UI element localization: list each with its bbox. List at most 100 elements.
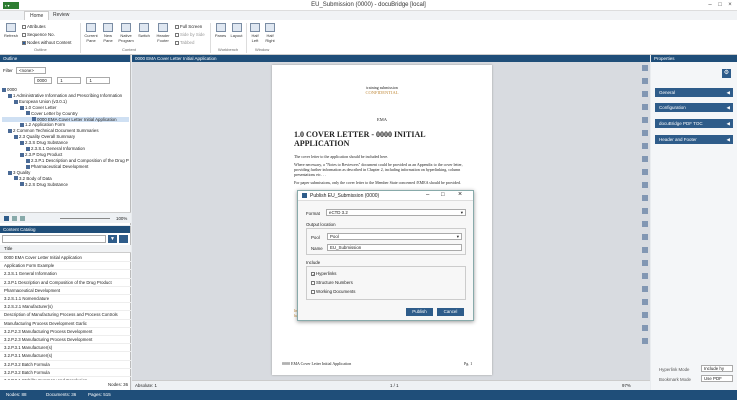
list-item[interactable]: 3.2.S.2.1 Manufacturer(s) [0, 303, 131, 312]
catalog-search-input[interactable] [2, 235, 106, 243]
list-item[interactable]: 3.2.P.2.3 Manufacturing Process Developm… [0, 336, 131, 345]
view-grid-icon[interactable] [20, 216, 25, 221]
toolbar-tool-icon[interactable] [642, 130, 648, 136]
hyperlinks-checkbox[interactable]: ✓Hyperlinks [311, 269, 461, 278]
toolbar-tool-icon[interactable] [642, 273, 648, 279]
working-documents-checkbox[interactable]: Working Documents [311, 287, 461, 296]
list-item[interactable]: 3.2.P.8.1 Stability Summary and Conclusi… [0, 377, 131, 380]
publish-button[interactable]: Publish [406, 308, 433, 316]
nodes-without-content-checkbox[interactable]: Nodes without Content [22, 39, 71, 47]
pool-select[interactable]: Pool ▾ [327, 233, 462, 240]
ribbon-tabs: Home Review [0, 11, 737, 20]
view-list-icon[interactable] [12, 216, 17, 221]
toolbar-tool-icon[interactable] [642, 234, 648, 240]
toolbar-tool-icon[interactable] [642, 156, 648, 162]
cancel-button[interactable]: Cancel [437, 308, 464, 316]
header-footer-button[interactable]: Header Footer [155, 23, 171, 43]
refresh-icon[interactable] [119, 235, 128, 243]
list-item[interactable]: 3.2.P.3.1 Manufacturer(s) [0, 352, 131, 361]
doc-paragraph: Where necessary, a "Notes to Reviewers" … [294, 162, 463, 177]
gear-icon[interactable]: ⚙ [722, 69, 731, 78]
maximize-icon[interactable]: □ [715, 1, 725, 9]
filter-select[interactable]: <none> [16, 67, 46, 74]
include-label: Include [306, 260, 321, 265]
layout-button[interactable]: Layout [230, 23, 243, 38]
document-icon [32, 117, 36, 122]
toolbar-tool-icon[interactable] [642, 182, 648, 188]
list-item[interactable]: 3.2.S.1.1 Nomenclature [0, 295, 131, 304]
maximize-icon[interactable]: □ [441, 192, 445, 198]
document-tab[interactable]: 0000 EMA Cover Letter Initial Applicatio… [132, 55, 650, 62]
toolbar-tool-icon[interactable] [642, 325, 648, 331]
seq-to-field[interactable]: 1 [57, 77, 82, 84]
toolbar-tool-icon[interactable] [642, 338, 648, 344]
list-item[interactable]: Description of Manufacturing Process and… [0, 311, 131, 320]
sequence-checkbox[interactable]: Sequence No. [22, 31, 71, 39]
filter-icon[interactable]: ▼ [108, 235, 117, 243]
title-bar: ▪ ▾ EU_Submission (0000) - docuBridge [l… [0, 0, 737, 11]
tab-review[interactable]: Review [48, 11, 74, 20]
toolbar-tool-icon[interactable] [642, 104, 648, 110]
pdf-toc-section-button[interactable]: docuBridge PDF TOC ◀ [655, 119, 733, 128]
half-left-button[interactable]: Half Left [249, 23, 261, 43]
toolbar-tool-icon[interactable] [642, 91, 648, 97]
minimize-icon[interactable]: – [426, 192, 429, 198]
seq-end-field[interactable]: 1 [86, 77, 111, 84]
list-item[interactable]: 2.3.P.1 Description and Composition of t… [0, 279, 131, 287]
seq-from-field[interactable]: 0000 [34, 77, 52, 84]
configuration-section-button[interactable]: Configuration ◀ [655, 103, 733, 112]
header-footer-section-button[interactable]: Header and Footer ◀ [655, 135, 733, 144]
new-pane-button[interactable]: New Pane [101, 23, 115, 43]
format-select[interactable]: eCTD 3.2 ▾ [326, 209, 466, 216]
toolbar-tool-icon[interactable] [642, 208, 648, 214]
panes-button[interactable]: Panes [214, 23, 227, 38]
toolbar-tool-icon[interactable] [642, 195, 648, 201]
close-icon[interactable]: × [725, 1, 735, 9]
toolbar-tool-icon[interactable] [642, 260, 648, 266]
outline-group-label: Outline [34, 47, 47, 52]
refresh-button[interactable]: Refresh [2, 23, 20, 38]
toolbar-tool-icon[interactable] [642, 117, 648, 123]
toolbar-tool-icon[interactable] [642, 286, 648, 292]
tabbed-button[interactable]: Tabbed [175, 39, 205, 47]
toolbar-tool-icon[interactable] [642, 299, 648, 305]
catalog-list: 0000 EMA Cover Letter Initial Applicatio… [0, 254, 131, 380]
document-icon [20, 123, 24, 128]
toolbar-tool-icon[interactable] [642, 78, 648, 84]
toolbar-tool-icon[interactable] [642, 143, 648, 149]
toolbar-tool-icon[interactable] [642, 247, 648, 253]
toolbar-tool-icon[interactable] [642, 65, 648, 71]
toolbar-tool-icon[interactable] [642, 312, 648, 318]
list-item[interactable]: 2.3.S.1 General Information [0, 270, 131, 279]
current-pane-button[interactable]: Current Pane [84, 23, 98, 43]
list-item[interactable]: 0000 EMA Cover Letter Initial Applicatio… [0, 254, 131, 263]
zoom-slider[interactable] [60, 218, 110, 219]
structure-numbers-checkbox[interactable]: Structure Numbers [311, 278, 461, 287]
ribbon: Refresh Attributes Sequence No. Nodes wi… [0, 20, 737, 55]
list-item[interactable]: 3.2.P.3.2 Batch Formula [0, 369, 131, 378]
hyperlink-mode-field[interactable]: Include hy [701, 365, 733, 372]
general-section-button[interactable]: General ◀ [655, 88, 733, 97]
list-item[interactable]: 3.2.P.2.3 Manufacturing Process Developm… [0, 328, 131, 337]
attributes-checkbox[interactable]: Attributes [22, 23, 71, 31]
full-screen-button[interactable]: Full Screen [175, 23, 205, 31]
toolbar-tool-icon[interactable] [642, 221, 648, 227]
list-item[interactable]: Application Form Example [0, 262, 131, 271]
workbench-group-label: Workbench [218, 47, 239, 52]
list-item[interactable]: Pharmaceutical Development [0, 287, 131, 296]
toolbar-tool-icon[interactable] [642, 169, 648, 175]
side-by-side-button[interactable]: Side by Side [175, 31, 205, 39]
view-tree-icon[interactable] [4, 216, 9, 221]
half-right-button[interactable]: Half Right [264, 23, 276, 43]
name-field[interactable]: EU_Submission [327, 244, 462, 251]
list-item[interactable]: 3.2.P.3.1 Manufacturer(s) [0, 344, 131, 353]
list-item[interactable]: 3.2.P.3.2 Batch Formula [0, 361, 131, 369]
list-item[interactable]: Manufacturing Process Development Garlic [0, 320, 131, 328]
native-program-button[interactable]: Native Program [118, 23, 134, 43]
switch-button[interactable]: Switch [137, 23, 151, 38]
tree-node[interactable]: 3.2.S Drug Substance [2, 182, 129, 188]
minimize-icon[interactable]: – [705, 1, 715, 9]
close-icon[interactable]: × [458, 191, 462, 198]
bookmark-mode-field[interactable]: Use PDF [701, 375, 733, 382]
tab-home[interactable]: Home [24, 11, 50, 20]
